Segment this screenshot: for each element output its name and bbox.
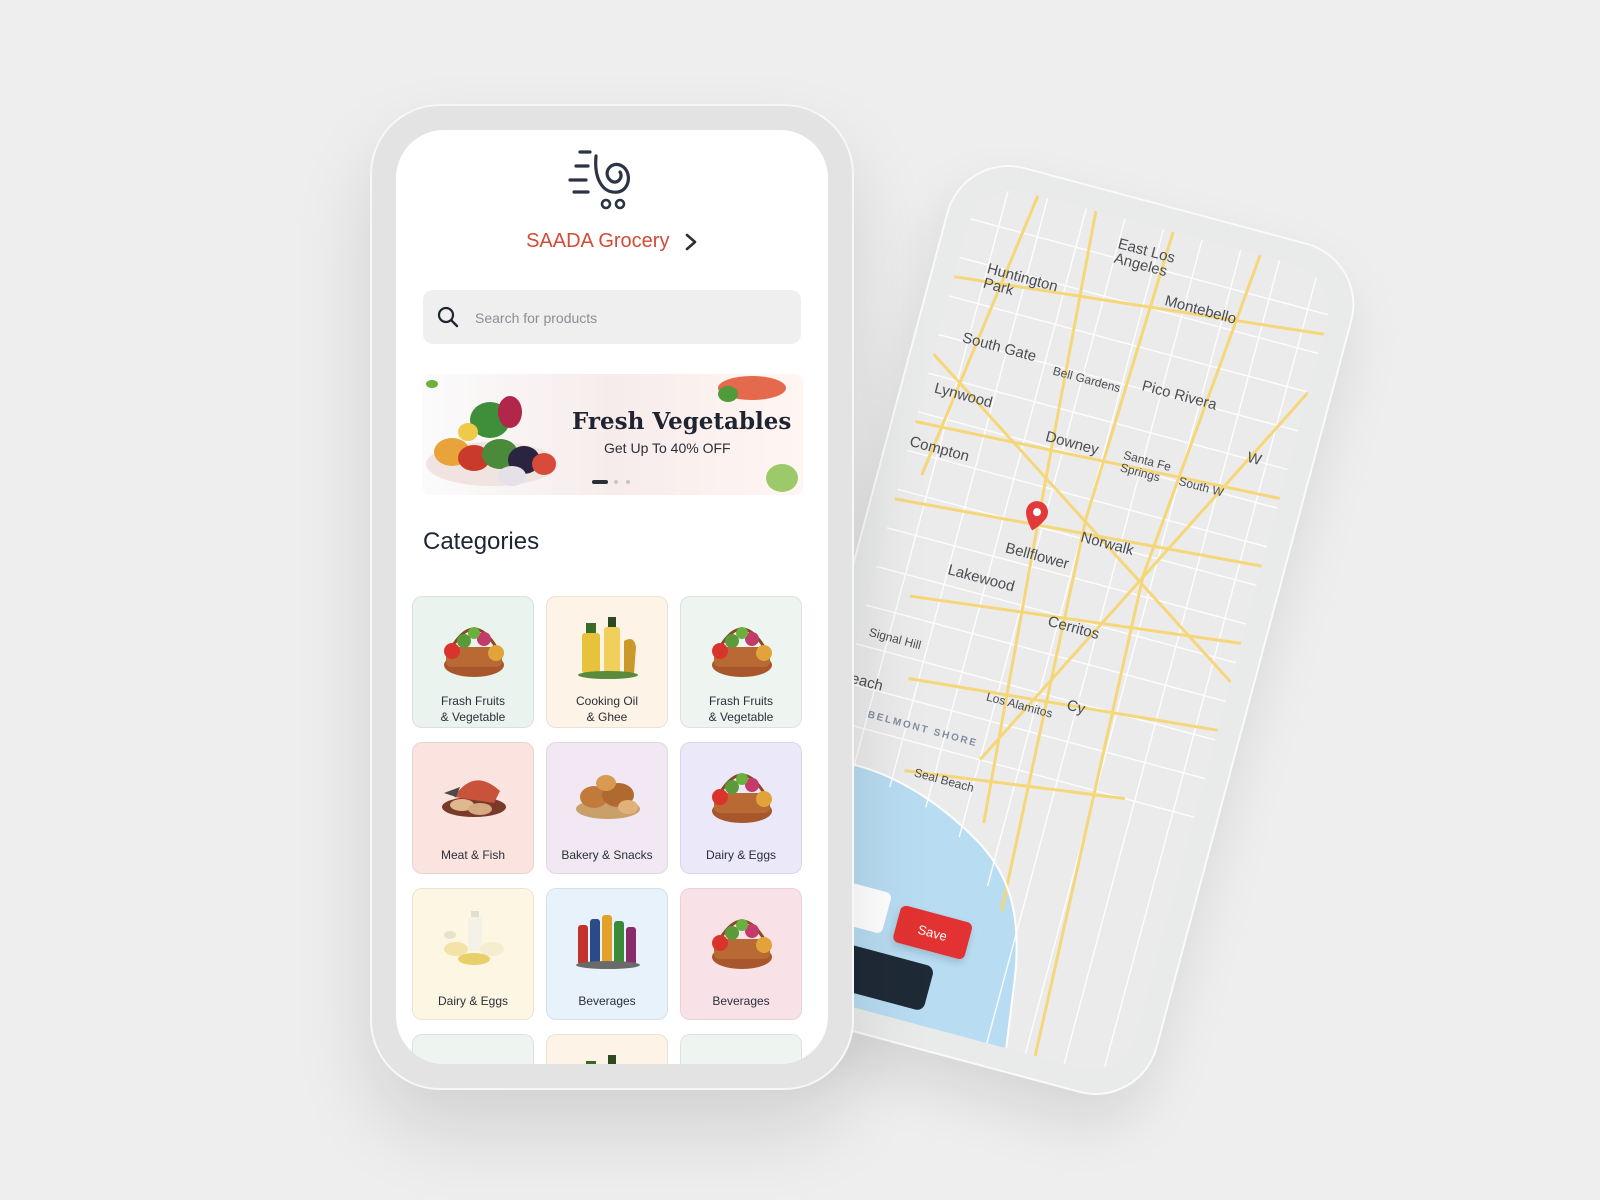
category-card[interactable]: Beverages bbox=[680, 888, 802, 1020]
category-card[interactable]: Dairy & Eggs bbox=[412, 888, 534, 1020]
category-label: Frash Fruits & Vegetable bbox=[440, 694, 506, 724]
search-input[interactable] bbox=[473, 290, 787, 346]
banner-subtitle: Get Up To 40% OFF bbox=[604, 440, 731, 456]
app-screen: SAADA Grocery Search for products Fresh … bbox=[396, 130, 828, 1064]
store-selector[interactable]: SAADA Grocery bbox=[396, 230, 828, 253]
category-card[interactable]: Meat & Fish bbox=[412, 742, 534, 874]
category-card[interactable]: Frash Fruits & Vegetable bbox=[680, 596, 802, 728]
fruit-basket-icon bbox=[444, 627, 504, 677]
fruit-basket-icon bbox=[712, 919, 772, 969]
category-card[interactable] bbox=[680, 1034, 802, 1064]
category-card[interactable]: Dairy & Eggs bbox=[680, 742, 802, 874]
store-name: SAADA Grocery bbox=[526, 230, 670, 252]
chevron-right-icon bbox=[685, 233, 697, 250]
category-label: Dairy & Eggs bbox=[705, 848, 777, 862]
category-card[interactable]: Cooking Oil & Ghee bbox=[546, 596, 668, 728]
oil-bottles-icon bbox=[578, 617, 638, 679]
banner-title: Fresh Vegetables bbox=[572, 408, 792, 435]
search-bar[interactable] bbox=[423, 290, 801, 346]
category-label: Frash Fruits & Vegetable bbox=[708, 694, 774, 724]
category-label: Beverages bbox=[578, 994, 636, 1008]
fruit-basket-icon bbox=[712, 773, 772, 823]
fruit-basket-icon bbox=[712, 627, 772, 677]
carousel-dot[interactable] bbox=[626, 480, 630, 484]
dairy-icon bbox=[444, 911, 504, 965]
fruit-basket-icon bbox=[702, 1049, 782, 1064]
category-label: Bakery & Snacks bbox=[561, 848, 653, 862]
meat-fish-icon bbox=[442, 780, 506, 817]
bread-icon bbox=[576, 775, 640, 819]
fruit-basket-icon bbox=[434, 1049, 514, 1064]
category-card[interactable]: Bakery & Snacks bbox=[546, 742, 668, 874]
category-label: Meat & Fish bbox=[440, 848, 506, 862]
category-card[interactable]: Beverages bbox=[546, 888, 668, 1020]
cart-logo-icon bbox=[568, 150, 630, 210]
category-label: Cooking Oil & Ghee bbox=[575, 694, 639, 724]
category-card[interactable]: Frash Fruits & Vegetable bbox=[412, 596, 534, 728]
promo-banner[interactable]: Fresh Vegetables Get Up To 40% OFF bbox=[422, 374, 803, 495]
beverage-bottles-icon bbox=[576, 915, 640, 969]
category-card[interactable] bbox=[546, 1034, 668, 1064]
app-phone: SAADA Grocery Search for products Fresh … bbox=[370, 104, 854, 1090]
category-card[interactable] bbox=[412, 1034, 534, 1064]
category-label: Dairy & Eggs bbox=[437, 994, 509, 1008]
category-label: Beverages bbox=[712, 994, 770, 1008]
carousel-dot-active[interactable] bbox=[592, 480, 608, 484]
search-icon bbox=[437, 306, 459, 328]
categories-heading: Categories bbox=[423, 528, 540, 555]
oil-bottles-icon bbox=[586, 1055, 616, 1064]
carousel-dot[interactable] bbox=[614, 480, 618, 484]
